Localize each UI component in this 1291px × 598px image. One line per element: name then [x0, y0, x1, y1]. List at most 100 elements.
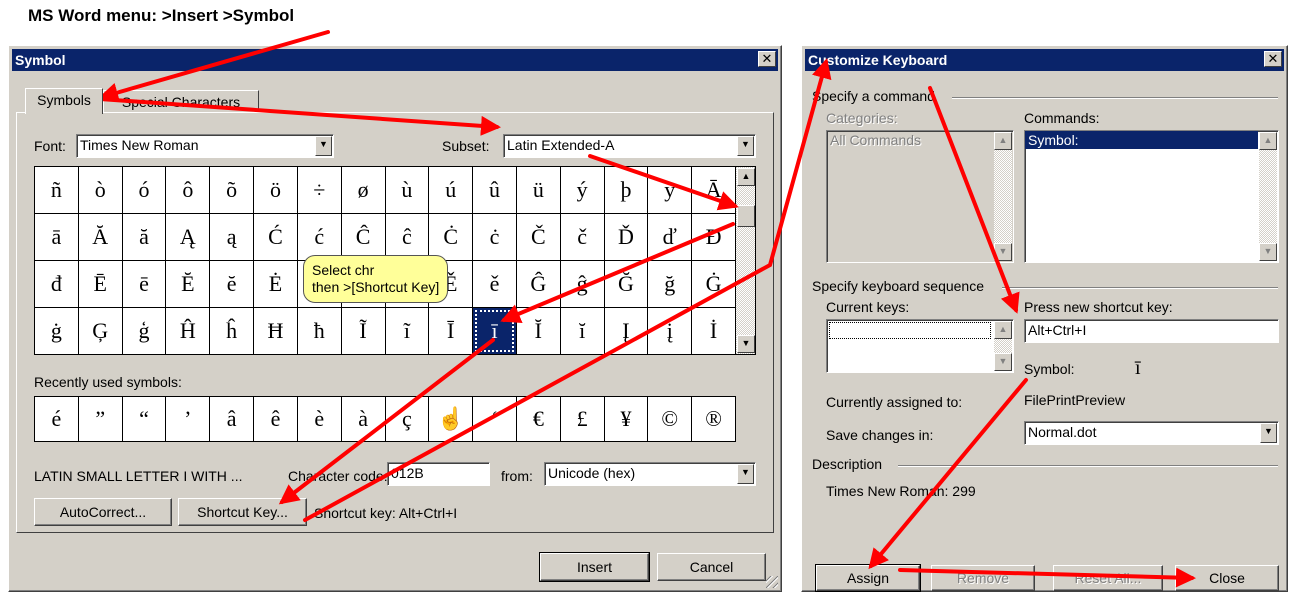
- symbol-cell[interactable]: ÷: [297, 167, 341, 213]
- scroll-up-icon[interactable]: ▲: [994, 132, 1012, 150]
- symbol-cell[interactable]: ĉ: [385, 214, 429, 260]
- symbol-cell[interactable]: Ġ: [692, 261, 735, 307]
- symbol-cell[interactable]: Ć: [254, 214, 297, 260]
- symbol-cell[interactable]: ĭ: [560, 308, 604, 354]
- symbol-cell[interactable]: ć: [297, 214, 341, 260]
- recent-symbol-cell[interactable]: ®: [692, 397, 735, 441]
- current-keys-scrollbar[interactable]: ▲ ▼: [994, 321, 1012, 371]
- symbol-cell[interactable]: ģ: [122, 308, 166, 354]
- symbol-cell[interactable]: Ċ: [429, 214, 473, 260]
- symbol-cell[interactable]: Ħ: [254, 308, 297, 354]
- symbol-cell[interactable]: Ą: [166, 214, 210, 260]
- symbol-cell[interactable]: ĩ: [385, 308, 429, 354]
- symbol-cell[interactable]: ĕ: [210, 261, 254, 307]
- symbol-cell[interactable]: į: [648, 308, 692, 354]
- scroll-down-icon[interactable]: ▼: [737, 335, 755, 353]
- tab-symbols[interactable]: Symbols: [25, 88, 103, 114]
- symbol-cell[interactable]: Đ: [692, 214, 735, 260]
- chevron-down-icon[interactable]: ▼: [1260, 423, 1277, 443]
- recent-symbol-cell[interactable]: à: [341, 397, 385, 441]
- symbol-cell[interactable]: ó: [122, 167, 166, 213]
- shortcut-key-button[interactable]: Shortcut Key...: [178, 498, 307, 526]
- chevron-down-icon[interactable]: ▼: [315, 136, 332, 156]
- symbol-cell[interactable]: ò: [78, 167, 122, 213]
- symbol-cell[interactable]: č: [560, 214, 604, 260]
- insert-button[interactable]: Insert: [539, 552, 650, 582]
- symbol-cell[interactable]: ď: [648, 214, 692, 260]
- symbol-cell[interactable]: ğ: [648, 261, 692, 307]
- symbol-cell[interactable]: Ĭ: [516, 308, 560, 354]
- commands-list[interactable]: Symbol: ▲ ▼: [1024, 130, 1279, 263]
- remove-button[interactable]: Remove: [931, 565, 1035, 591]
- symbol-cell[interactable]: þ: [604, 167, 648, 213]
- symbol-cell[interactable]: Ĥ: [166, 308, 210, 354]
- recent-symbol-cell[interactable]: ê: [254, 397, 297, 441]
- recent-symbol-cell[interactable]: ©: [648, 397, 692, 441]
- symbol-cell[interactable]: Ă: [78, 214, 122, 260]
- symbol-cell[interactable]: Ĩ: [341, 308, 385, 354]
- symbol-cell[interactable]: Ī: [429, 308, 473, 354]
- cancel-button[interactable]: Cancel: [657, 553, 766, 581]
- recent-symbol-cell[interactable]: ‘: [473, 397, 516, 441]
- symbol-cell[interactable]: ú: [429, 167, 473, 213]
- recent-symbol-cell[interactable]: è: [297, 397, 341, 441]
- symbol-cell[interactable]: Ď: [604, 214, 648, 260]
- tab-special-characters[interactable]: Special Characters: [103, 90, 259, 112]
- autocorrect-button[interactable]: AutoCorrect...: [34, 498, 172, 526]
- recent-symbol-cell[interactable]: ’: [166, 397, 210, 441]
- press-new-input[interactable]: Alt+Ctrl+I: [1024, 319, 1279, 343]
- scroll-up-icon[interactable]: ▲: [994, 321, 1012, 339]
- scroll-up-icon[interactable]: ▲: [1259, 132, 1277, 150]
- commands-scrollbar[interactable]: ▲ ▼: [1259, 132, 1277, 261]
- categories-scrollbar[interactable]: ▲ ▼: [994, 132, 1012, 261]
- symbol-cell[interactable]: Ā: [692, 167, 735, 213]
- scroll-down-icon[interactable]: ▼: [994, 353, 1012, 371]
- chevron-down-icon[interactable]: ▼: [737, 464, 754, 484]
- recent-symbol-cell[interactable]: é: [35, 397, 78, 441]
- recent-symbol-cell[interactable]: £: [560, 397, 604, 441]
- symbol-cell[interactable]: Ē: [78, 261, 122, 307]
- commands-item-symbol[interactable]: Symbol:: [1025, 131, 1258, 149]
- symbol-cell[interactable]: Č: [516, 214, 560, 260]
- symbol-cell[interactable]: Į: [604, 308, 648, 354]
- scroll-down-icon[interactable]: ▼: [994, 243, 1012, 261]
- current-keys-list[interactable]: ▲ ▼: [826, 319, 1014, 373]
- symbol-close-icon[interactable]: ✕: [758, 51, 776, 67]
- symbol-cell[interactable]: õ: [210, 167, 254, 213]
- customize-close-icon[interactable]: ✕: [1264, 51, 1282, 67]
- symbol-grid-scrollbar[interactable]: ▲ ▼: [736, 166, 756, 355]
- symbol-cell[interactable]: ÿ: [648, 167, 692, 213]
- symbol-cell[interactable]: ö: [254, 167, 297, 213]
- symbol-cell[interactable]: Ė: [254, 261, 297, 307]
- symbol-cell[interactable]: ñ: [35, 167, 78, 213]
- symbol-cell[interactable]: ø: [341, 167, 385, 213]
- symbol-cell[interactable]: Ğ: [604, 261, 648, 307]
- recent-symbol-cell[interactable]: ”: [78, 397, 122, 441]
- subset-select[interactable]: Latin Extended-A ▼: [503, 134, 756, 158]
- symbol-cell[interactable]: Ĉ: [341, 214, 385, 260]
- resize-grip-icon[interactable]: [766, 576, 778, 588]
- symbol-cell[interactable]: ĥ: [210, 308, 254, 354]
- scroll-thumb[interactable]: [737, 205, 755, 227]
- symbol-cell[interactable]: ī: [473, 308, 516, 354]
- scroll-up-icon[interactable]: ▲: [737, 168, 755, 186]
- symbol-cell[interactable]: ù: [385, 167, 429, 213]
- chevron-down-icon[interactable]: ▼: [737, 136, 754, 156]
- character-code-input[interactable]: 012B: [387, 462, 490, 486]
- symbol-cell[interactable]: ü: [516, 167, 560, 213]
- recent-symbol-cell[interactable]: ¥: [604, 397, 648, 441]
- symbol-cell[interactable]: İ: [692, 308, 735, 354]
- recent-symbol-cell[interactable]: ☝: [429, 397, 473, 441]
- scroll-down-icon[interactable]: ▼: [1259, 243, 1277, 261]
- categories-list[interactable]: All Commands ▲ ▼: [826, 130, 1014, 263]
- symbol-cell[interactable]: Ĝ: [516, 261, 560, 307]
- recent-symbol-cell[interactable]: ç: [385, 397, 429, 441]
- from-select[interactable]: Unicode (hex) ▼: [544, 462, 756, 486]
- save-in-select[interactable]: Normal.dot ▼: [1024, 421, 1279, 445]
- recent-symbol-cell[interactable]: €: [516, 397, 560, 441]
- symbol-cell[interactable]: ċ: [473, 214, 516, 260]
- symbol-cell[interactable]: ā: [35, 214, 78, 260]
- symbol-cell[interactable]: û: [473, 167, 516, 213]
- symbol-cell[interactable]: ă: [122, 214, 166, 260]
- recent-symbol-cell[interactable]: â: [210, 397, 254, 441]
